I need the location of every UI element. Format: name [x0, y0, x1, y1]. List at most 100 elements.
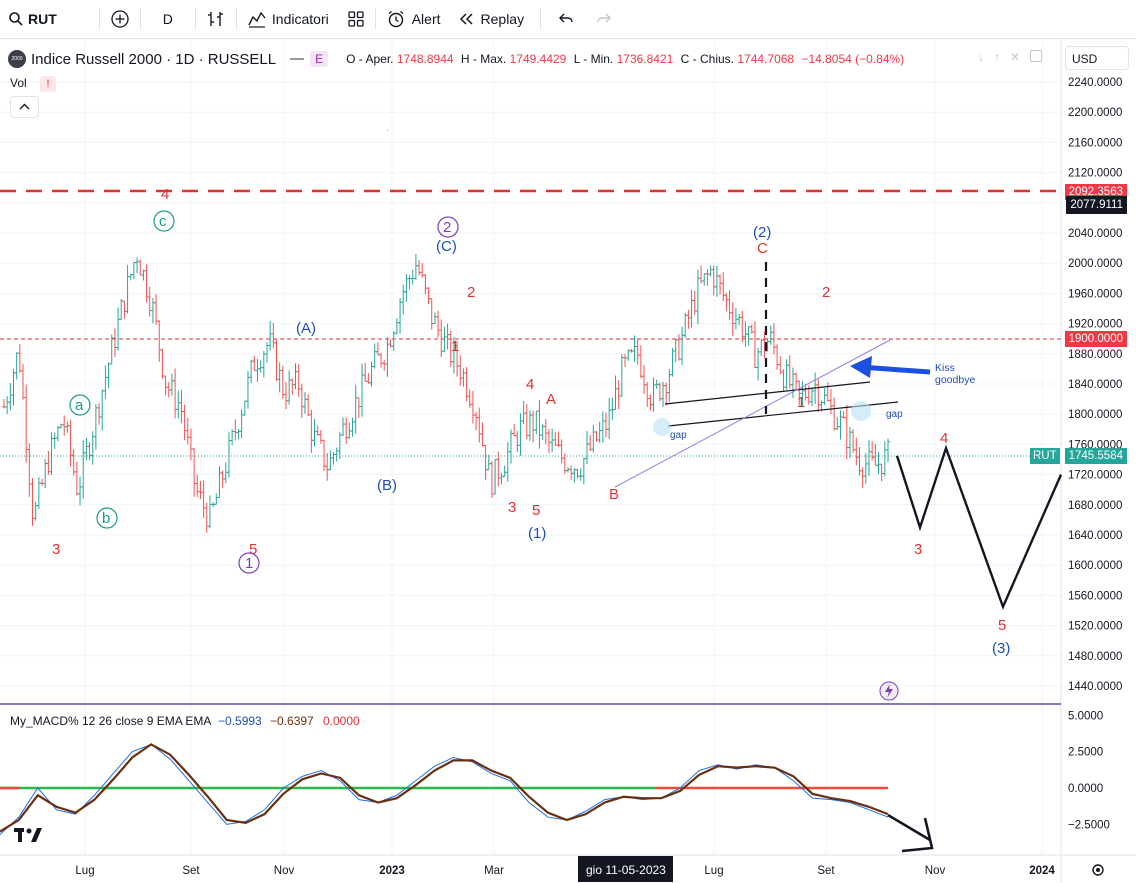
- kiss-goodbye-arrow[interactable]: [850, 356, 931, 378]
- price-bar: [828, 389, 833, 414]
- trendline-upper[interactable]: [664, 381, 871, 405]
- price-bar: [531, 410, 536, 443]
- wave-label-4: 4: [526, 376, 534, 393]
- price-bar: [8, 383, 13, 411]
- wave-label-3-paren: (3): [992, 640, 1010, 657]
- wave-label-C: C: [757, 240, 768, 257]
- high-label: H - Max.: [460, 52, 507, 66]
- pane-controls: ↓ ↑ ✕: [978, 50, 1043, 64]
- price-tick-label: 1680.0000: [1068, 500, 1122, 512]
- price-bar: [245, 371, 250, 409]
- price-tick-label: 1880.0000: [1068, 349, 1122, 361]
- price-tick-label: 2000.0000: [1068, 258, 1122, 270]
- price-bar: [711, 265, 716, 296]
- price-bar: [290, 378, 295, 395]
- arrow-up-icon[interactable]: ↑: [994, 50, 1000, 64]
- price-tick-label: 1440.0000: [1068, 681, 1122, 693]
- price-bar: [112, 328, 117, 357]
- price-bar: [667, 369, 672, 402]
- price-bar: [318, 429, 323, 444]
- chevron-up-icon: [19, 103, 30, 110]
- chart-canvas[interactable]: Kiss goodbye gap gap 3 4 c a b 5 1 (A) (…: [0, 0, 1136, 883]
- price-bar: [157, 320, 162, 362]
- macd-value: −0.5993: [218, 714, 262, 728]
- price-bar: [790, 367, 795, 399]
- wave-label-B: B: [609, 486, 619, 503]
- price-bar: [147, 286, 152, 317]
- events-marker[interactable]: [879, 681, 899, 701]
- price-bar: [233, 419, 238, 441]
- price-bar: [258, 360, 263, 373]
- price-bar: [873, 443, 878, 466]
- time-tick-label: Nov: [274, 865, 295, 877]
- price-bar: [740, 310, 745, 343]
- volume-label: Vol: [10, 76, 27, 91]
- wave-label-4: 4: [161, 186, 169, 203]
- price-bar: [702, 273, 707, 286]
- macd-axis[interactable]: 5.0000 2.5000 0.0000 −2.5000: [1068, 710, 1110, 831]
- price-bar: [680, 326, 685, 365]
- price-bar: [670, 348, 675, 377]
- price-bar: [784, 359, 789, 390]
- currency-selector[interactable]: USD: [1065, 46, 1129, 70]
- price-bar: [718, 274, 723, 295]
- time-crosshair-label: gio 11-05-2023: [586, 863, 666, 877]
- trendline-purple[interactable]: [614, 339, 891, 488]
- price-bar: [236, 429, 241, 440]
- price-bar: [600, 411, 605, 443]
- price-bar: [413, 253, 418, 280]
- level-1900-tag: 1900.0000: [1064, 331, 1127, 347]
- price-bar: [651, 377, 656, 412]
- open-label: O - Aper.: [346, 52, 394, 66]
- wave-label-3: 3: [52, 541, 60, 558]
- price-bar: [309, 409, 314, 453]
- gap-marker: [851, 401, 871, 421]
- price-bar: [477, 407, 482, 443]
- wave-label-2-paren: (2): [753, 224, 771, 241]
- change-value: −14.8054 (−0.84%): [801, 52, 905, 66]
- close-value: 1744.7068: [737, 52, 795, 66]
- price-bar: [882, 441, 887, 477]
- price-bar: [306, 394, 311, 416]
- macd-tick-label: 0.0000: [1068, 783, 1103, 795]
- price-tick-label: 1840.0000: [1068, 379, 1122, 391]
- close-label: C - Chius.: [680, 52, 735, 66]
- collapse-button[interactable]: [10, 96, 39, 118]
- elliott-projection-path[interactable]: [895, 444, 1063, 610]
- price-bar: [863, 452, 868, 484]
- price-bar: [546, 429, 551, 454]
- price-bar: [642, 365, 647, 394]
- price-bar: [369, 361, 374, 387]
- crosshair-price-tag: 2077.9111: [1066, 196, 1127, 214]
- gap-label: gap: [670, 430, 687, 441]
- price-bar: [62, 415, 67, 436]
- wave-label-3: 3: [508, 499, 516, 516]
- settings-gear-icon[interactable]: [1092, 864, 1104, 876]
- price-bar: [581, 457, 586, 485]
- price-bar: [27, 443, 32, 497]
- warning-icon[interactable]: !: [40, 76, 57, 92]
- price-bar: [204, 502, 209, 533]
- price-axis[interactable]: 2240.00002200.00002160.00002120.00002080…: [1068, 77, 1122, 693]
- minus-icon[interactable]: [290, 58, 305, 60]
- price-bar: [293, 363, 298, 390]
- earnings-badge[interactable]: E: [310, 51, 329, 67]
- price-bar: [255, 358, 260, 382]
- price-tick-label: 2160.0000: [1068, 137, 1122, 149]
- maximize-icon[interactable]: [1030, 50, 1043, 62]
- macd-tick-label: 5.0000: [1068, 710, 1103, 722]
- arrow-down-icon[interactable]: ↓: [978, 50, 984, 64]
- price-bar: [195, 474, 200, 497]
- close-icon[interactable]: ✕: [1010, 50, 1020, 64]
- price-bar: [382, 359, 387, 371]
- price-bar: [591, 424, 596, 453]
- time-axis[interactable]: Lug Set Nov 2023 Mar Lug Set Nov 2024: [75, 865, 1055, 877]
- price-bar: [150, 298, 155, 324]
- wave-label-5: 5: [998, 617, 1006, 634]
- symbol-title[interactable]: Indice Russell 2000 · 1D · RUSSELL: [31, 51, 276, 68]
- macd-projection-arrow[interactable]: [887, 813, 934, 853]
- price-bar: [524, 403, 529, 440]
- high-value: 1749.4429: [509, 52, 567, 66]
- price-bar: [458, 355, 463, 386]
- price-bar: [261, 350, 266, 378]
